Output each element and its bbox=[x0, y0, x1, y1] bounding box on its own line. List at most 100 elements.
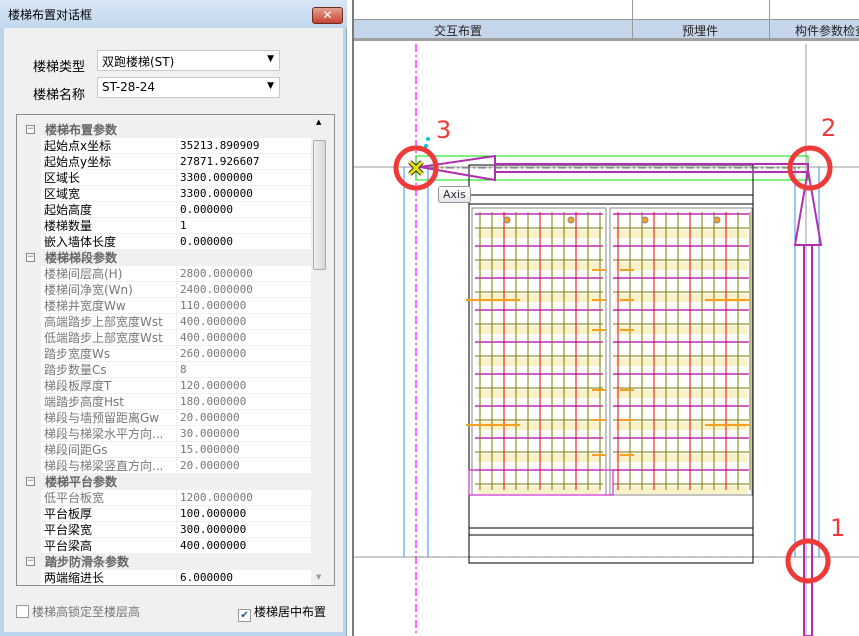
collapse-icon[interactable]: − bbox=[26, 557, 35, 566]
stair-name-select[interactable]: ST-28-24 ▼ bbox=[97, 77, 280, 98]
property-key: 两端缩进长 bbox=[41, 570, 176, 585]
property-value[interactable]: 110.000000 bbox=[177, 298, 311, 313]
property-value[interactable]: 27871.926607 bbox=[177, 154, 311, 169]
property-row[interactable]: 区域长 3300.000000 bbox=[17, 170, 311, 186]
dialog-titlebar[interactable]: 楼梯布置对话框 ✕ bbox=[0, 0, 347, 28]
property-value[interactable]: 35213.890909 bbox=[177, 138, 311, 153]
property-value[interactable]: 400.000000 bbox=[177, 538, 311, 553]
property-row[interactable]: 梯段与梯梁水平方向... 30.000000 bbox=[17, 426, 311, 442]
property-key: 区域长 bbox=[41, 170, 176, 185]
property-row[interactable]: 平台梁高 400.000000 bbox=[17, 538, 311, 554]
scroll-down-icon[interactable]: ▼ bbox=[316, 573, 321, 581]
property-key: 起始点x坐标 bbox=[41, 138, 176, 153]
property-group[interactable]: − 楼梯平台参数 bbox=[17, 474, 311, 490]
property-value[interactable]: 180.000000 bbox=[177, 394, 311, 409]
marker-label-2: 2 bbox=[821, 114, 837, 142]
property-value[interactable]: 8 bbox=[177, 362, 311, 377]
stair-name-label: 楼梯名称 bbox=[33, 88, 86, 103]
scrollbar-thumb[interactable] bbox=[313, 140, 326, 270]
property-row[interactable]: 楼梯间层高(H) 2800.000000 bbox=[17, 266, 311, 282]
collapse-icon[interactable]: − bbox=[26, 253, 35, 262]
property-key: 楼梯井宽度Ww bbox=[41, 298, 176, 313]
property-row[interactable]: 楼梯间净宽(Wn) 2400.000000 bbox=[17, 282, 311, 298]
property-row[interactable]: 起始点x坐标 35213.890909 bbox=[17, 138, 311, 154]
property-value[interactable]: 3300.000000 bbox=[177, 186, 311, 201]
chevron-down-icon: ▼ bbox=[267, 81, 274, 91]
property-value[interactable]: 30.000000 bbox=[177, 426, 311, 441]
group-title: 楼梯平台参数 bbox=[45, 475, 118, 489]
stair-type-label: 楼梯类型 bbox=[33, 60, 86, 75]
marker-label-3: 3 bbox=[436, 116, 452, 144]
marker-label-1: 1 bbox=[830, 514, 846, 542]
property-value[interactable]: 100.000000 bbox=[177, 506, 311, 521]
stair-name-value: ST-28-24 bbox=[102, 80, 156, 94]
property-value[interactable]: 400.000000 bbox=[177, 314, 311, 329]
tab-component-check[interactable]: 构件参数检查 bbox=[795, 22, 859, 39]
property-key: 平台梁宽 bbox=[41, 522, 176, 537]
property-row[interactable]: 梯段与梯梁竖直方向... 20.000000 bbox=[17, 458, 311, 474]
property-row[interactable]: 梯段间距Gs 15.000000 bbox=[17, 442, 311, 458]
property-row[interactable]: 平台板厚 100.000000 bbox=[17, 506, 311, 522]
property-row[interactable]: 梯段板厚度T 120.000000 bbox=[17, 378, 311, 394]
property-row[interactable]: 端踏步高度Hst 180.000000 bbox=[17, 394, 311, 410]
property-grid-scrollbar[interactable]: ▲ ▼ bbox=[312, 116, 328, 583]
property-row[interactable]: 楼梯井宽度Ww 110.000000 bbox=[17, 298, 311, 314]
property-row[interactable]: 区域宽 3300.000000 bbox=[17, 186, 311, 202]
property-value[interactable]: 120.000000 bbox=[177, 378, 311, 393]
checkbox-checked-icon: ✔ bbox=[238, 609, 251, 622]
property-value[interactable]: 15.000000 bbox=[177, 442, 311, 457]
property-key: 平台板厚 bbox=[41, 506, 176, 521]
property-value[interactable]: 260.000000 bbox=[177, 346, 311, 361]
property-key: 踏步宽度Ws bbox=[41, 346, 176, 361]
property-key: 区域宽 bbox=[41, 186, 176, 201]
property-row[interactable]: 起始高度 0.000000 bbox=[17, 202, 311, 218]
property-row[interactable]: 高端踏步上部宽度Wst 400.000000 bbox=[17, 314, 311, 330]
property-row[interactable]: 两端缩进长 6.000000 bbox=[17, 570, 311, 585]
property-key: 低端踏步上部宽度Wst bbox=[41, 330, 176, 345]
group-title: 踏步防滑条参数 bbox=[45, 555, 130, 569]
collapse-icon[interactable]: − bbox=[26, 125, 35, 134]
property-value[interactable]: 2800.000000 bbox=[177, 266, 311, 281]
property-value[interactable]: 6.000000 bbox=[177, 570, 311, 585]
stair-type-select[interactable]: 双跑楼梯(ST) ▼ bbox=[97, 50, 280, 71]
property-value[interactable]: 400.000000 bbox=[177, 330, 311, 345]
property-group[interactable]: − 楼梯布置参数 bbox=[17, 122, 311, 138]
property-value[interactable]: 2400.000000 bbox=[177, 282, 311, 297]
property-value[interactable]: 300.000000 bbox=[177, 522, 311, 537]
property-row[interactable]: 起始点y坐标 27871.926607 bbox=[17, 154, 311, 170]
property-group[interactable]: − 踏步防滑条参数 bbox=[17, 554, 311, 570]
property-row[interactable]: 低平台板宽 1200.000000 bbox=[17, 490, 311, 506]
property-value[interactable]: 3300.000000 bbox=[177, 170, 311, 185]
cad-workspace: 交互布置 预埋件 构件参数检查 bbox=[352, 0, 859, 636]
property-row[interactable]: 踏步数量Cs 8 bbox=[17, 362, 311, 378]
property-value[interactable]: 1200.000000 bbox=[177, 490, 311, 505]
property-key: 高端踏步上部宽度Wst bbox=[41, 314, 176, 329]
property-row[interactable]: 平台梁宽 300.000000 bbox=[17, 522, 311, 538]
center-layout-label: 楼梯居中布置 bbox=[254, 605, 327, 619]
property-value[interactable]: 1 bbox=[177, 218, 311, 233]
group-title: 楼梯梯段参数 bbox=[45, 251, 118, 265]
property-value[interactable]: 20.000000 bbox=[177, 458, 311, 473]
property-row[interactable]: 嵌入墙体长度 0.000000 bbox=[17, 234, 311, 250]
property-key: 起始点y坐标 bbox=[41, 154, 176, 169]
property-key: 平台梁高 bbox=[41, 538, 176, 553]
lock-height-checkbox[interactable]: 楼梯高锁定至楼层高 bbox=[16, 603, 140, 620]
tab-interactive-layout[interactable]: 交互布置 bbox=[434, 22, 482, 39]
property-key: 嵌入墙体长度 bbox=[41, 234, 176, 249]
property-group[interactable]: − 楼梯梯段参数 bbox=[17, 250, 311, 266]
collapse-icon[interactable]: − bbox=[26, 477, 35, 486]
scroll-up-icon[interactable]: ▲ bbox=[316, 118, 321, 126]
property-row[interactable]: 楼梯数量 1 bbox=[17, 218, 311, 234]
group-title: 楼梯布置参数 bbox=[45, 123, 118, 137]
close-button[interactable]: ✕ bbox=[312, 7, 343, 24]
property-row[interactable]: 低端踏步上部宽度Wst 400.000000 bbox=[17, 330, 311, 346]
property-value[interactable]: 0.000000 bbox=[177, 234, 311, 249]
property-row[interactable]: 梯段与墙预留距离Gw 20.000000 bbox=[17, 410, 311, 426]
property-row[interactable]: 踏步宽度Ws 260.000000 bbox=[17, 346, 311, 362]
property-value[interactable]: 0.000000 bbox=[177, 202, 311, 217]
property-key: 梯段间距Gs bbox=[41, 442, 176, 457]
center-layout-checkbox[interactable]: ✔ 楼梯居中布置 bbox=[238, 603, 326, 622]
tab-embedded-parts[interactable]: 预埋件 bbox=[682, 22, 718, 39]
property-key: 起始高度 bbox=[41, 202, 176, 217]
property-value[interactable]: 20.000000 bbox=[177, 410, 311, 425]
